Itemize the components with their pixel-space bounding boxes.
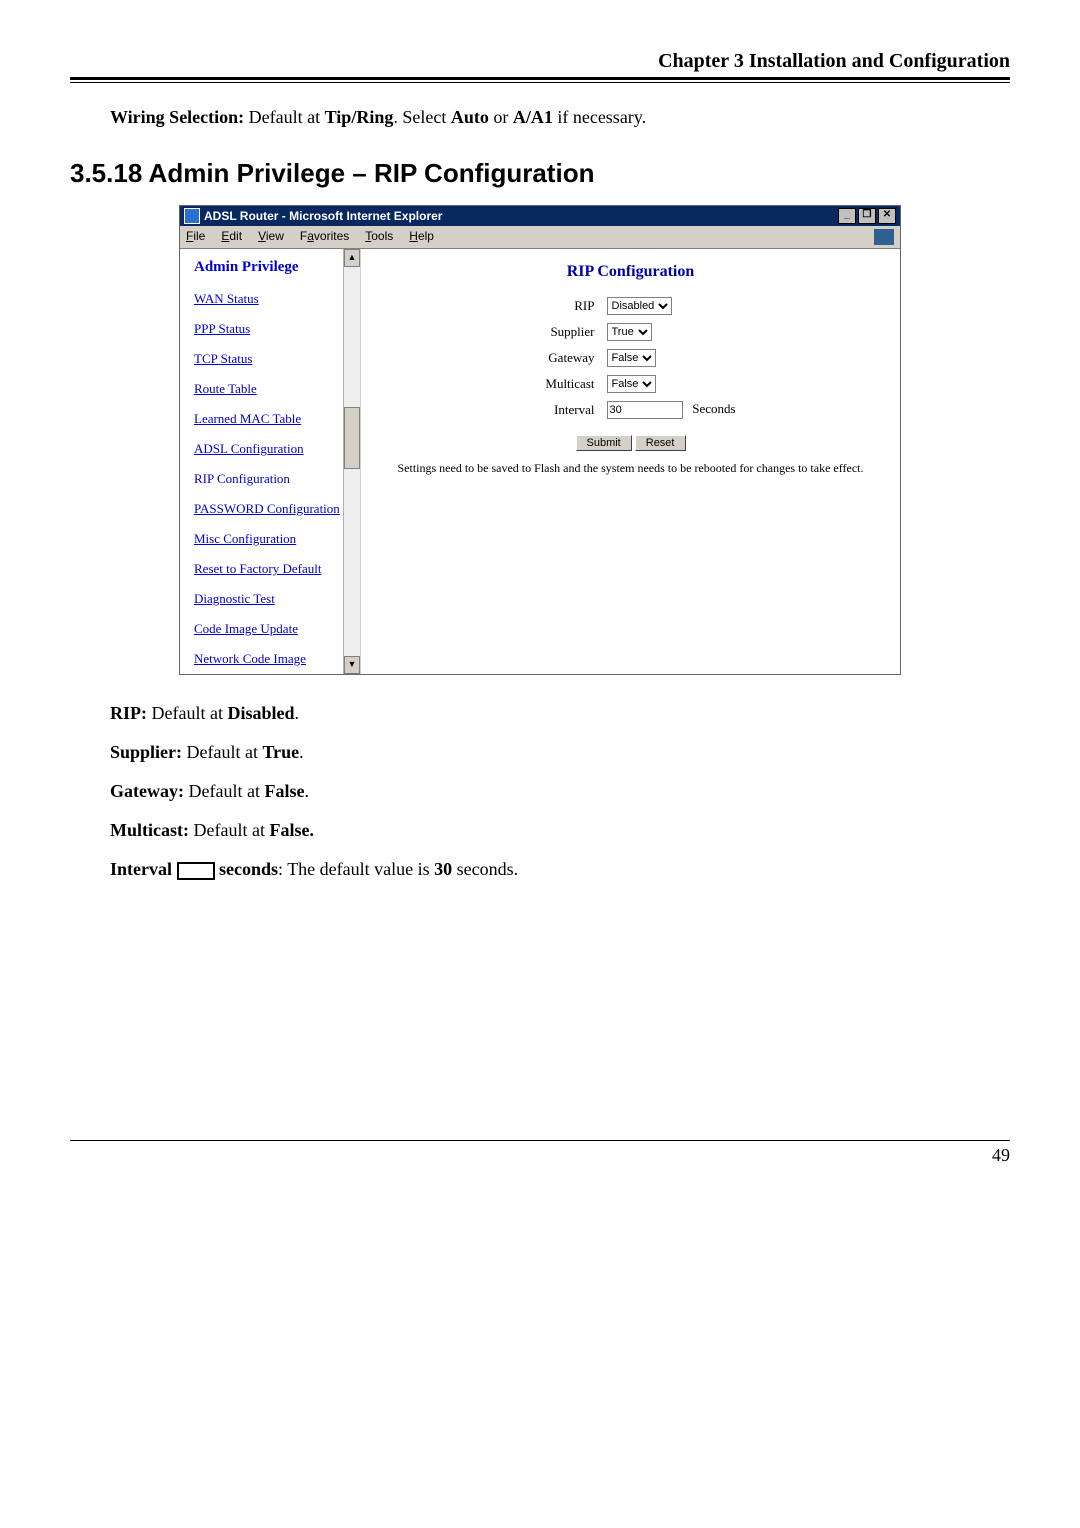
- interval-box-icon: [177, 862, 215, 880]
- def-interval-label: Interval: [110, 859, 177, 879]
- screenshot-window: ADSL Router - Microsoft Internet Explore…: [179, 205, 901, 675]
- content-title: RIP Configuration: [371, 263, 890, 281]
- sidebar: Admin Privilege WAN Status PPP Status TC…: [180, 249, 361, 674]
- scroll-down-button[interactable]: ▼: [344, 656, 360, 674]
- def-rip-label: RIP:: [110, 703, 147, 723]
- sidebar-item-password-config[interactable]: PASSWORD Configuration: [180, 494, 360, 524]
- submit-button[interactable]: Submit: [576, 435, 632, 451]
- sidebar-item-rip-config[interactable]: RIP Configuration: [180, 464, 360, 494]
- sidebar-item-diagnostic-test[interactable]: Diagnostic Test: [180, 584, 360, 614]
- menu-view[interactable]: View: [258, 229, 284, 245]
- def-supplier-label: Supplier:: [110, 742, 182, 762]
- sidebar-item-route-table[interactable]: Route Table: [180, 374, 360, 404]
- sidebar-item-misc-config[interactable]: Misc Configuration: [180, 524, 360, 554]
- section-heading: 3.5.18 Admin Privilege – RIP Configurati…: [70, 158, 1010, 189]
- reset-button[interactable]: Reset: [635, 435, 686, 451]
- menu-bar: File Edit View Favorites Tools Help: [180, 226, 900, 249]
- menu-tools[interactable]: Tools: [365, 229, 393, 245]
- definitions: RIP: Default at Disabled. Supplier: Defa…: [110, 703, 1010, 880]
- interval-label: Interval: [515, 402, 595, 418]
- settings-note: Settings need to be saved to Flash and t…: [371, 461, 890, 476]
- intro-prefix: Wiring Selection:: [110, 107, 244, 127]
- def-multicast-label: Multicast:: [110, 820, 189, 840]
- rip-label: RIP: [515, 298, 595, 314]
- chapter-title: Chapter 3 Installation and Configuration: [70, 50, 1010, 77]
- sidebar-item-ppp-status[interactable]: PPP Status: [180, 314, 360, 344]
- sidebar-item-learned-mac[interactable]: Learned MAC Table: [180, 404, 360, 434]
- page-footer: 49: [70, 1140, 1010, 1166]
- sidebar-scrollbar[interactable]: ▲ ▼: [343, 249, 360, 674]
- multicast-label: Multicast: [515, 376, 595, 392]
- sidebar-item-code-image-update[interactable]: Code Image Update: [180, 614, 360, 644]
- window-titlebar: ADSL Router - Microsoft Internet Explore…: [180, 206, 900, 226]
- gateway-label: Gateway: [515, 350, 595, 366]
- gateway-select[interactable]: False: [607, 349, 656, 367]
- ie-logo-icon: [874, 229, 894, 245]
- close-button[interactable]: ✕: [878, 208, 896, 224]
- menu-help[interactable]: Help: [409, 229, 434, 245]
- sidebar-item-wan-status[interactable]: WAN Status: [180, 284, 360, 314]
- supplier-select[interactable]: True: [607, 323, 652, 341]
- scroll-up-button[interactable]: ▲: [344, 249, 360, 267]
- content-panel: RIP Configuration RIP Disabled Supplier: [361, 249, 900, 674]
- menu-file[interactable]: File: [186, 229, 205, 245]
- interval-input[interactable]: [607, 401, 683, 419]
- supplier-label: Supplier: [515, 324, 595, 340]
- rip-select[interactable]: Disabled: [607, 297, 672, 315]
- page-number: 49: [992, 1145, 1010, 1165]
- minimize-button[interactable]: _: [838, 208, 856, 224]
- menu-favorites[interactable]: Favorites: [300, 229, 349, 245]
- sidebar-heading: Admin Privilege: [180, 249, 360, 284]
- sidebar-item-reset-factory[interactable]: Reset to Factory Default: [180, 554, 360, 584]
- def-gateway-label: Gateway:: [110, 781, 184, 801]
- ie-icon: [184, 208, 200, 224]
- scroll-thumb[interactable]: [344, 407, 360, 469]
- sidebar-item-adsl-config[interactable]: ADSL Configuration: [180, 434, 360, 464]
- scroll-track[interactable]: [344, 267, 360, 656]
- menu-edit[interactable]: Edit: [221, 229, 242, 245]
- header-rule: [70, 77, 1010, 83]
- sidebar-item-network-code-image[interactable]: Network Code Image: [180, 644, 360, 674]
- multicast-select[interactable]: False: [607, 375, 656, 393]
- window-title: ADSL Router - Microsoft Internet Explore…: [204, 209, 442, 223]
- maximize-button[interactable]: ❐: [858, 208, 876, 224]
- sidebar-item-tcp-status[interactable]: TCP Status: [180, 344, 360, 374]
- intro-paragraph: Wiring Selection: Default at Tip/Ring. S…: [110, 107, 1010, 128]
- interval-unit: Seconds: [692, 401, 735, 416]
